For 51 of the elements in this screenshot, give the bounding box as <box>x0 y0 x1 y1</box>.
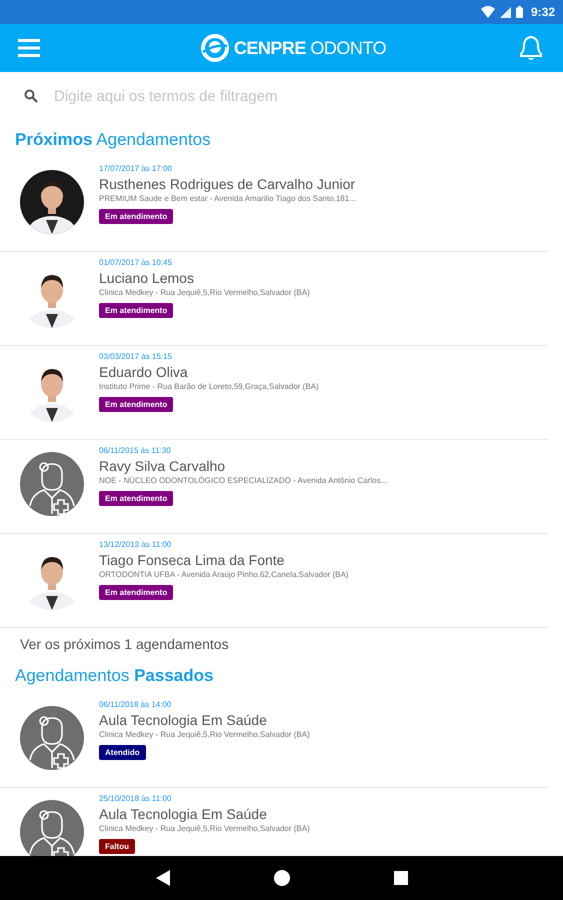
appointment-date: 06/11/2018 às 14:00 <box>99 700 172 710</box>
professional-name: Eduardo Oliva <box>99 363 188 381</box>
logo-icon <box>200 34 229 62</box>
back-icon[interactable] <box>156 870 170 886</box>
appointment-item[interactable]: 17/07/2017 às 17:00 Rusthenes Rodrigues de Carvalho Junior PREMIUM Saude e Bem estar - Avenida Amarilio Tiago dos Santo,181... Em atendimento <box>0 158 548 252</box>
battery-icon <box>516 6 523 18</box>
appointment-address: NOE - NÚCLEO ODONTOLÓGICO ESPECIALIZADO - Avenida Antônio Carlos... <box>99 475 388 487</box>
home-icon[interactable] <box>274 870 290 886</box>
appointment-date: 13/12/2013 às 11:00 <box>99 540 172 550</box>
appointment-address: PREMIUM Saude e Bem estar - Avenida Amarilio Tiago dos Santo,181... <box>99 193 356 205</box>
appointment-date: 01/07/2017 às 10:45 <box>99 258 172 268</box>
professional-name: Rusthenes Rodrigues de Carvalho Junior <box>99 175 356 193</box>
appointment-date: 17/07/2017 às 17:00 <box>99 164 172 174</box>
status-badge: Faltou <box>99 839 135 854</box>
appointment-date: 03/03/2017 às 15:15 <box>99 352 172 362</box>
signal-icon <box>500 6 511 18</box>
menu-icon[interactable] <box>18 39 40 57</box>
status-time: 9:32 <box>530 5 555 19</box>
appointment-item[interactable]: 03/03/2017 às 15:15 Eduardo Oliva Instituto Prime - Rua Barão de Loreto,59,Graça,Salvador (BA) Em atendimento <box>0 346 548 440</box>
section-title: Agendamentos Passados <box>14 665 214 687</box>
see-more-link[interactable]: Ver os próximos 1 agendamentos <box>0 628 563 656</box>
status-badge: Atendido <box>99 745 146 760</box>
professional-name: Aula Tecnologia Em Saúde <box>99 805 267 823</box>
status-badge: Em atendimento <box>99 303 174 318</box>
professional-name: Luciano Lemos <box>99 269 194 287</box>
appointment-address: Clinica Medkey - Rua Jequiê,5,Rio Vermelho,Salvador (BA) <box>99 287 310 299</box>
status-badge: Em atendimento <box>99 397 174 412</box>
appointment-date: 25/10/2018 às 11:00 <box>99 794 172 804</box>
status-badge: Em atendimento <box>99 491 174 506</box>
professional-name: Aula Tecnologia Em Saúde <box>99 711 267 729</box>
status-badge: Em atendimento <box>99 209 174 224</box>
appointment-date: 06/11/2015 às 11:30 <box>99 446 171 456</box>
recents-icon[interactable] <box>394 871 408 885</box>
appointment-item[interactable]: 01/07/2017 às 10:45 Luciano Lemos Clinica Medkey - Rua Jequiê,5,Rio Vermelho,Salvador (BA) Em atendimento <box>0 252 548 346</box>
appointment-item[interactable]: 06/11/2015 às 11:30 Ravy Silva Carvalho NOE - NÚCLEO ODONTOLÓGICO ESPECIALIZADO - Avenida Antônio Carlos... Em atendimento <box>0 440 548 534</box>
status-badge: Em atendimento <box>99 585 174 600</box>
wifi-icon <box>480 6 495 18</box>
professional-name: Tiago Fonseca Lima da Fonte <box>99 551 284 569</box>
appointment-address: Clinica Medkey - Rua Jequiê,5,Rio Vermelho,Salvador (BA) <box>99 729 310 741</box>
section-title: Próximos Agendamentos <box>14 129 212 151</box>
appointment-address: Instituto Prime - Rua Barão de Loreto,59,Graça,Salvador (BA) <box>99 381 319 393</box>
appointment-item[interactable]: 13/12/2013 às 11:00 Tiago Fonseca Lima da Fonte ORTODONTIA UFBA - Avenida Araújo Pinho,62,Canela,Salvador (BA) Em atendimento <box>0 534 548 628</box>
appointment-address: Clinica Medkey - Rua Jequiê,5,Rio Vermelho,Salvador (BA) <box>99 823 310 835</box>
dentist-avatar-icon <box>20 452 84 516</box>
dentist-avatar-icon <box>20 800 84 856</box>
appointment-address: ORTODONTIA UFBA - Avenida Araújo Pinho,62,Canela,Salvador (BA) <box>99 569 348 581</box>
dentist-avatar-icon <box>20 706 84 770</box>
search-icon <box>24 89 38 103</box>
professional-name: Ravy Silva Carvalho <box>99 457 226 475</box>
app-logo-text: CENPRE ODONTO <box>234 38 386 58</box>
appointment-item[interactable]: 06/11/2018 às 14:00 Aula Tecnologia Em Saúde Clinica Medkey - Rua Jequiê,5,Rio Vermelho,Salvador (BA) Atendido <box>0 694 548 788</box>
